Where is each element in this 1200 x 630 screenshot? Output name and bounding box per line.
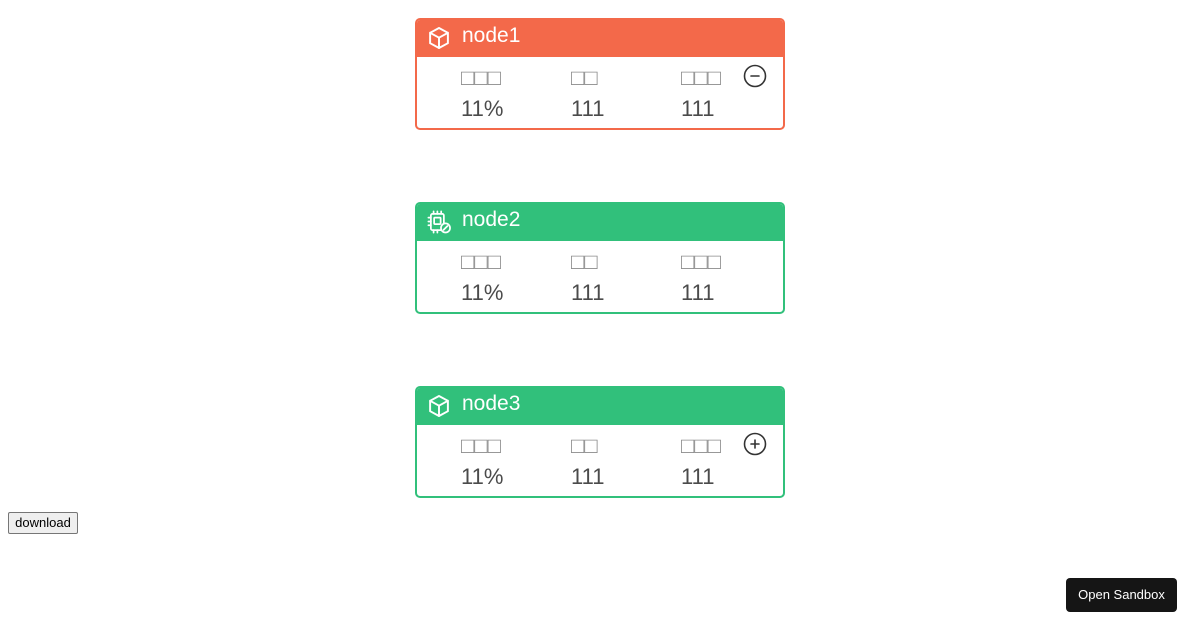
metric-value: 111 — [571, 280, 605, 305]
cube-icon — [426, 393, 452, 419]
node-metrics: □□□ 11% □□ 111 □□□ 111 — [417, 425, 783, 496]
metric-value: 11% — [461, 96, 504, 121]
node-card-node2[interactable]: node2 □□□ 11% □□ 111 □□□ 111 — [415, 202, 785, 314]
node-card-node1[interactable]: node1 □□□ 11% □□ 111 □□□ 111 — [415, 18, 785, 130]
metric-1: □□□ 11% — [461, 434, 561, 489]
metric-3: □□□ 111 — [681, 250, 781, 305]
metric-1: □□□ 11% — [461, 66, 561, 121]
node-card-node3[interactable]: node3 □□□ 11% □□ 111 □□□ 111 — [415, 386, 785, 498]
metric-2: □□ 111 — [571, 66, 671, 121]
chip-icon — [426, 209, 452, 235]
node-metrics: □□□ 11% □□ 111 □□□ 111 — [417, 241, 783, 312]
node-metrics: □□□ 11% □□ 111 □□□ 111 — [417, 57, 783, 128]
metric-value: 111 — [681, 464, 715, 489]
metric-value: 111 — [571, 96, 605, 121]
metric-value: 111 — [681, 96, 715, 121]
node-header: node3 — [417, 388, 783, 425]
metric-label: □□□ — [461, 433, 501, 458]
metric-1: □□□ 11% — [461, 250, 561, 305]
metric-label: □□□ — [461, 249, 501, 274]
collapse-icon[interactable] — [743, 64, 767, 88]
node-header: node2 — [417, 204, 783, 241]
metric-value: 11% — [461, 280, 504, 305]
download-button[interactable]: download — [8, 512, 78, 534]
node-title: node2 — [462, 208, 521, 231]
metric-label: □□□ — [681, 249, 721, 274]
metric-label: □□ — [571, 249, 598, 274]
expand-icon[interactable] — [743, 432, 767, 456]
metric-2: □□ 111 — [571, 250, 671, 305]
graph-canvas: node1 □□□ 11% □□ 111 □□□ 111 node2 □□□ 1… — [0, 0, 1200, 630]
metric-value: 111 — [571, 464, 605, 489]
open-sandbox-button[interactable]: Open Sandbox — [1066, 578, 1177, 612]
metric-value: 11% — [461, 464, 504, 489]
node-title: node1 — [462, 24, 521, 47]
node-header: node1 — [417, 20, 783, 57]
metric-value: 111 — [681, 280, 715, 305]
metric-label: □□□ — [461, 65, 501, 90]
metric-label: □□ — [571, 65, 598, 90]
metric-label: □□ — [571, 433, 598, 458]
cube-icon — [426, 25, 452, 51]
metric-2: □□ 111 — [571, 434, 671, 489]
node-title: node3 — [462, 392, 521, 415]
